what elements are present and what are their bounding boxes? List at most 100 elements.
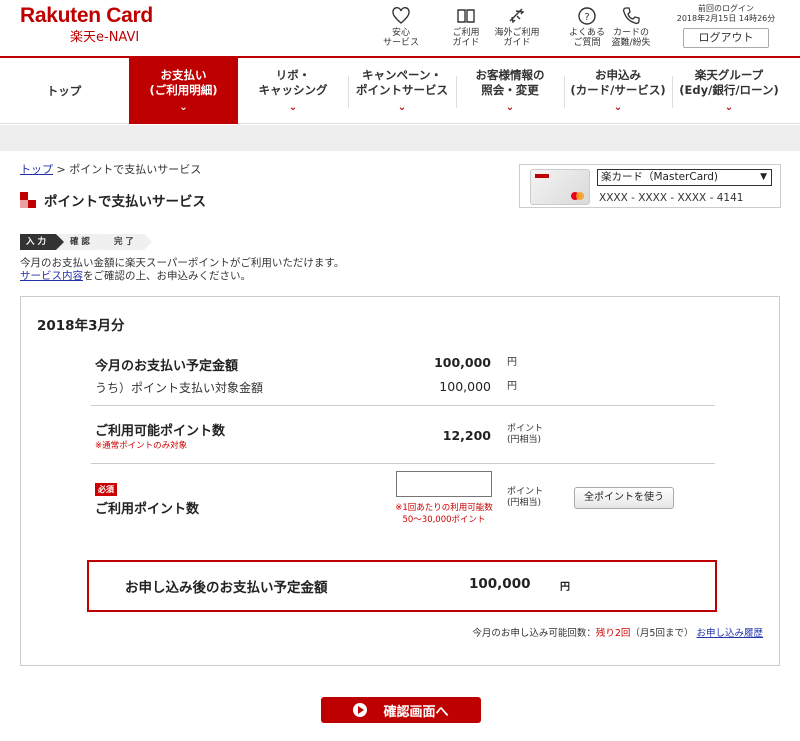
question-icon: ? xyxy=(578,7,596,25)
progress-steps: 入 力 確 認 完 了 xyxy=(20,234,152,250)
anshin-service-link[interactable]: 安心 サービス xyxy=(378,6,424,48)
total-after-application-box: お申し込み後のお支払い予定金額 100,000 円 xyxy=(87,560,717,612)
hicon-label-1: 海外ご利用 xyxy=(494,28,540,38)
step-complete: 完 了 xyxy=(101,234,152,250)
foot-suffix: （月5回まで） xyxy=(630,628,694,639)
faq-link[interactable]: ? よくある ご質問 xyxy=(566,6,608,48)
card-selector-box: 楽カード（MasterCard) ▼ XXXX - XXXX - XXXX - … xyxy=(519,164,781,208)
step-confirm: 確 認 xyxy=(57,234,108,250)
main-nav: トップ お支払い (ご利用明細) ⌄ リボ・ キャッシング ⌄ キャンペーン・ … xyxy=(0,56,800,124)
payment-form-panel: 2018年3月分 今月のお支払い予定金額 100,000 円 うち）ポイント支払… xyxy=(20,296,780,666)
heart-icon xyxy=(392,7,410,24)
logout-button[interactable]: ログアウト xyxy=(683,28,769,48)
total-unit: 円 xyxy=(560,582,570,593)
hicon-label-1: 安心 xyxy=(391,28,410,38)
service-details-link[interactable]: サービス内容 xyxy=(20,270,83,282)
hicon-label-2: サービス xyxy=(382,38,419,48)
nav-label-2: (カード/サービス) xyxy=(570,82,666,97)
nav-top[interactable]: トップ xyxy=(0,58,128,124)
unit-line-1: ポイント xyxy=(507,487,544,497)
desc-line-1: 今月のお支払い金額に楽天スーパーポイントがご利用いただけます。 xyxy=(20,257,345,269)
nav-customer-info[interactable]: お客様情報の 照会・変更 ⌄ xyxy=(457,58,563,124)
chevron-down-icon: ⌄ xyxy=(505,101,515,113)
step-input: 入 力 xyxy=(20,234,64,250)
nav-apply[interactable]: お申込み (カード/サービス) ⌄ xyxy=(565,58,671,124)
logo-subtitle: 楽天e-NAVI xyxy=(70,30,140,45)
total-value: 100,000 xyxy=(469,576,531,592)
confirm-button-label: 確認画面へ xyxy=(383,703,449,719)
nav-payment[interactable]: お支払い (ご利用明細) ⌄ xyxy=(129,58,238,124)
chevron-down-icon: ⌄ xyxy=(179,101,188,113)
available-points-note: ※通常ポイントのみ対象 xyxy=(95,441,188,451)
nav-label: トップ xyxy=(46,83,82,98)
nav-label: リボ・ xyxy=(275,67,311,82)
nav-rakuten-group[interactable]: 楽天グループ (Edy/銀行/ローン) ⌄ xyxy=(673,58,785,124)
nav-label: お客様情報の xyxy=(475,67,545,82)
lost-card-link[interactable]: カードの 盗難/紛失 xyxy=(608,6,654,48)
nav-label-2: ポイントサービス xyxy=(356,82,448,97)
chevron-down-icon: ▼ xyxy=(760,172,767,182)
usage-guide-link[interactable]: ご利用 ガイド xyxy=(446,6,486,48)
use-all-points-button[interactable]: 全ポイントを使う xyxy=(574,487,674,509)
page-title: ポイントで支払いサービス xyxy=(20,190,206,210)
application-history-link[interactable]: お申し込み履歴 xyxy=(696,628,763,639)
nav-label: お支払い xyxy=(160,67,207,82)
breadcrumb-home-link[interactable]: トップ xyxy=(20,163,53,176)
use-points-note: ※1回あたりの利用可能数 50〜30,000ポイント xyxy=(379,502,509,526)
svg-text:?: ? xyxy=(584,12,589,23)
subnav-bar xyxy=(0,125,800,151)
breadcrumb-separator: > xyxy=(53,163,70,176)
row-divider xyxy=(91,463,715,464)
total-label: お申し込み後のお支払い予定金額 xyxy=(125,580,328,596)
use-points-label: ご利用ポイント数 xyxy=(95,502,200,517)
title-squares-icon xyxy=(20,192,36,208)
nav-label: キャンペーン・ xyxy=(362,67,442,82)
due-amount-value: 100,000 xyxy=(434,355,491,370)
nav-label-2: キャッシング xyxy=(258,82,328,97)
target-amount-label: うち）ポイント支払い対象金額 xyxy=(95,381,264,395)
application-count-info: 今月のお申し込み可能回数：残り2回（月5回まで） お申し込み履歴 xyxy=(472,625,763,639)
chevron-down-icon: ⌄ xyxy=(613,101,623,113)
credit-card-image xyxy=(530,169,590,205)
required-badge: 必須 xyxy=(95,483,117,496)
available-points-label: ご利用可能ポイント数 xyxy=(95,424,226,439)
hicon-label-2: ガイド xyxy=(452,38,480,48)
available-points-unit: ポイント (円相当) xyxy=(507,424,543,446)
nav-revolving[interactable]: リボ・ キャッシング ⌄ xyxy=(238,58,348,124)
available-points-value: 12,200 xyxy=(442,428,491,443)
nav-label: お申込み xyxy=(595,67,641,82)
chevron-down-icon: ⌄ xyxy=(288,101,298,113)
hicon-label-2: ガイド xyxy=(503,38,531,48)
use-points-input[interactable] xyxy=(396,471,492,497)
airplane-icon xyxy=(509,8,525,24)
card-select[interactable]: 楽カード（MasterCard) ▼ xyxy=(597,169,772,186)
last-login-label: 前回のログイン xyxy=(698,4,754,13)
unit-line-2: (円相当) xyxy=(507,498,542,508)
row-divider xyxy=(91,405,715,406)
card-select-value: 楽カード（MasterCard) xyxy=(601,171,719,183)
nav-label: 楽天グループ xyxy=(694,67,764,82)
target-amount-value: 100,000 xyxy=(439,379,491,394)
hicon-label-1: よくある xyxy=(568,28,605,38)
nav-label-2: (Edy/銀行/ローン) xyxy=(679,82,779,97)
chevron-down-icon: ⌄ xyxy=(397,101,407,113)
play-icon xyxy=(353,703,368,717)
phone-icon xyxy=(622,7,640,25)
breadcrumb-current: ポイントで支払いサービス xyxy=(69,163,202,176)
breadcrumb: トップ > ポイントで支払いサービス xyxy=(20,161,201,177)
overseas-guide-link[interactable]: 海外ご利用 ガイド xyxy=(490,6,544,48)
nav-label-2: (ご利用明細) xyxy=(149,82,218,97)
page-title-text: ポイントで支払いサービス xyxy=(44,194,206,210)
nav-campaign[interactable]: キャンペーン・ ポイントサービス ⌄ xyxy=(349,58,455,124)
billing-month: 2018年3月分 xyxy=(37,318,125,334)
rakuten-card-logo[interactable]: Rakuten Card 楽天e-NAVI xyxy=(20,4,153,45)
desc-line-2: をご確認の上、お申込みください。 xyxy=(83,270,251,282)
book-icon xyxy=(457,9,475,23)
logo-brand: Rakuten Card xyxy=(20,4,153,27)
nav-label-2: 照会・変更 xyxy=(481,82,539,97)
due-amount-unit: 円 xyxy=(507,357,517,368)
hicon-label-2: 盗難/紛失 xyxy=(611,38,651,48)
foot-prefix: 今月のお申し込み可能回数： xyxy=(472,628,596,639)
confirm-button[interactable]: 確認画面へ xyxy=(321,697,481,723)
header-icon-links: 安心 サービス ご利用 ガイド 海外ご利用 ガイド ? よくある ご質問 カード… xyxy=(378,6,654,48)
